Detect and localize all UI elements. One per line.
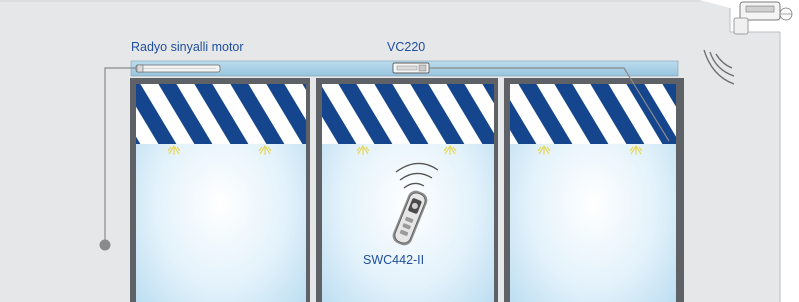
receiver-icon bbox=[392, 62, 430, 74]
sensor-icon bbox=[733, 1, 793, 35]
awning-stripes-3 bbox=[510, 84, 676, 144]
awning-stripes-1 bbox=[136, 84, 306, 144]
motor-label: Radyo sinyalli motor bbox=[131, 40, 244, 54]
remote-label: SWC442-II bbox=[363, 253, 425, 267]
motor-icon bbox=[135, 64, 221, 73]
wire-terminal bbox=[99, 239, 111, 251]
receiver-label: VC220 bbox=[387, 40, 426, 54]
awning-stripes-2 bbox=[322, 84, 494, 144]
